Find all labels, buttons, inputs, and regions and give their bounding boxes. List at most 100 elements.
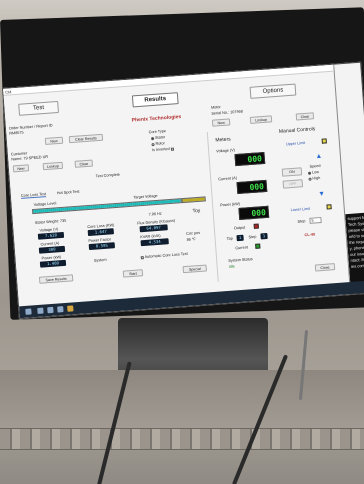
reading-value-current: 300 xyxy=(38,245,66,254)
radio-icon xyxy=(307,171,312,175)
speed-high[interactable]: High xyxy=(308,176,320,181)
tab-options[interactable]: Options xyxy=(249,83,297,99)
speed-label: Speed xyxy=(309,163,321,169)
taskbar-app-icon[interactable] xyxy=(47,306,54,314)
stator-weight-label: Stator Weight: 735 xyxy=(34,218,67,225)
off-button[interactable]: OFF xyxy=(282,179,304,189)
reading-value-voltage: 7.620 xyxy=(37,231,65,240)
special-button[interactable]: Special xyxy=(182,264,207,274)
system-status-value: Idle xyxy=(228,264,235,269)
order-label: Order Number / Report ID xyxy=(8,123,53,131)
reading-value-flux: 64.097 xyxy=(139,224,168,233)
core-type-rotor-label: Rotor xyxy=(155,141,165,146)
speed-high-label: High xyxy=(312,175,321,181)
power-meter-label: Power (kW) xyxy=(220,201,241,208)
voltage-level-bar-end xyxy=(181,196,206,204)
motor-lookup-button[interactable]: Lookup xyxy=(249,115,273,124)
radio-icon xyxy=(151,142,155,146)
meter-step-value: 1 xyxy=(260,232,268,240)
status-text: Test Complete xyxy=(95,172,121,179)
core-type-label: Core Type xyxy=(148,129,167,135)
voltage-level-label: Voltage Level xyxy=(33,201,57,207)
inverted-toggle[interactable]: Is Inverted xyxy=(151,146,174,153)
on-button[interactable]: ON xyxy=(281,167,303,177)
checkbox-icon xyxy=(170,147,174,151)
lower-limit-label: Lower Limit xyxy=(290,206,311,213)
tap-label: Tap xyxy=(226,236,233,241)
tab-test[interactable]: Test xyxy=(18,100,59,116)
taskbar-app-icon[interactable] xyxy=(57,306,64,313)
save-results-button[interactable]: Save Results xyxy=(38,274,74,284)
lower-limit-indicator xyxy=(326,204,332,210)
reading-value-kvar: 4.534 xyxy=(140,238,169,247)
stator-weight-value: 735 xyxy=(59,218,67,224)
taskbar-app-icon[interactable] xyxy=(37,307,44,314)
voltage-meter-label: Voltage (V) xyxy=(216,148,236,154)
close-button[interactable]: Close xyxy=(314,263,336,272)
toy-label: Toy xyxy=(192,207,201,215)
current-indicator xyxy=(255,243,261,249)
monitor-screen: support for you Tech System please visit… xyxy=(2,61,364,320)
lower-arrow-icon[interactable] xyxy=(319,191,324,197)
customer-lookup-button[interactable]: Lookup xyxy=(42,161,64,171)
checkbox-icon xyxy=(140,255,144,259)
current-meter-label: Current (A) xyxy=(218,176,238,182)
upper-limit-label: Upper Limit xyxy=(285,140,306,147)
upper-limit-indicator xyxy=(321,138,327,144)
desk-surface xyxy=(0,370,364,430)
current-indicator-label: Current xyxy=(235,245,249,251)
app-window: Ct4 Test Results Options Order Number / … xyxy=(3,64,351,309)
cabinet-hinge xyxy=(0,428,364,450)
circ-pos-label: Circ pos xyxy=(186,230,201,236)
current-meter-display: 000 xyxy=(236,179,268,195)
manual-step-select[interactable]: 5 xyxy=(309,216,322,224)
core-type-stator-label: Stator xyxy=(154,135,166,140)
meter-step-label: Step xyxy=(248,234,257,240)
voltage-meter-display: 000 xyxy=(234,151,266,167)
inverted-label: Is Inverted xyxy=(151,146,170,153)
output-label: Output xyxy=(233,225,246,231)
reading-value-core-loss: 1.647 xyxy=(87,228,115,237)
order-new-button[interactable]: New xyxy=(44,136,64,145)
frequency: 7.96 Hz xyxy=(148,211,162,217)
tap-value: 1 xyxy=(236,234,244,242)
subtab-hot-spot[interactable]: Hot Spot Test xyxy=(57,190,80,196)
raise-arrow-icon[interactable] xyxy=(316,153,321,159)
customer-clear-button[interactable]: Clear xyxy=(74,159,93,168)
motor-label: Motor xyxy=(210,105,221,110)
power-meter-display: 000 xyxy=(238,205,270,220)
output-indicator xyxy=(253,223,259,229)
auto-core-loss-toggle[interactable]: Automatic Core Loss Test xyxy=(140,252,188,260)
motor-serial: Serial No.: 107468 xyxy=(211,109,243,116)
tab-results[interactable]: Results xyxy=(131,92,179,108)
subtab-core-loss[interactable]: Core Loss Test xyxy=(20,192,47,199)
radio-icon xyxy=(150,136,155,140)
motor-new-button[interactable]: New xyxy=(211,118,231,127)
taskbar-app-icon[interactable] xyxy=(67,305,74,312)
speed-low-label: Low xyxy=(311,170,320,175)
core-type-rotor[interactable]: Rotor xyxy=(151,141,165,146)
customer-new-button[interactable]: New xyxy=(12,164,30,173)
manual-step-label: Step xyxy=(297,219,306,224)
reading-value-power: 1.480 xyxy=(39,259,67,268)
meters-title: Meters xyxy=(215,136,231,144)
target-voltage-label: Target Voltage xyxy=(133,193,158,200)
system-label: System xyxy=(93,257,107,263)
start-menu-icon[interactable] xyxy=(25,308,32,315)
clear-results-button[interactable]: Clear Results xyxy=(68,133,104,144)
start-button[interactable]: Start xyxy=(122,269,144,278)
stator-weight-text: Stator Weight xyxy=(34,219,58,225)
reading-value-power-factor: 0.595 xyxy=(88,242,116,251)
core-type-stator[interactable]: Stator xyxy=(150,135,166,140)
auto-core-loss-label: Automatic Core Loss Test xyxy=(144,251,188,260)
circ-pos-value: 86 °F xyxy=(186,237,196,242)
manual-controls-title: Manual Controls xyxy=(278,126,316,135)
section-divider xyxy=(206,132,219,282)
motor-clear-button[interactable]: Clear xyxy=(295,112,315,121)
control-code: CL-40 xyxy=(304,232,316,238)
radio-icon xyxy=(308,177,312,181)
order-value: RM8575 xyxy=(9,130,24,136)
speed-low[interactable]: Low xyxy=(307,170,320,175)
system-status-label: System Status xyxy=(228,257,253,263)
brand-logo: Phenix Technologies xyxy=(131,113,182,124)
